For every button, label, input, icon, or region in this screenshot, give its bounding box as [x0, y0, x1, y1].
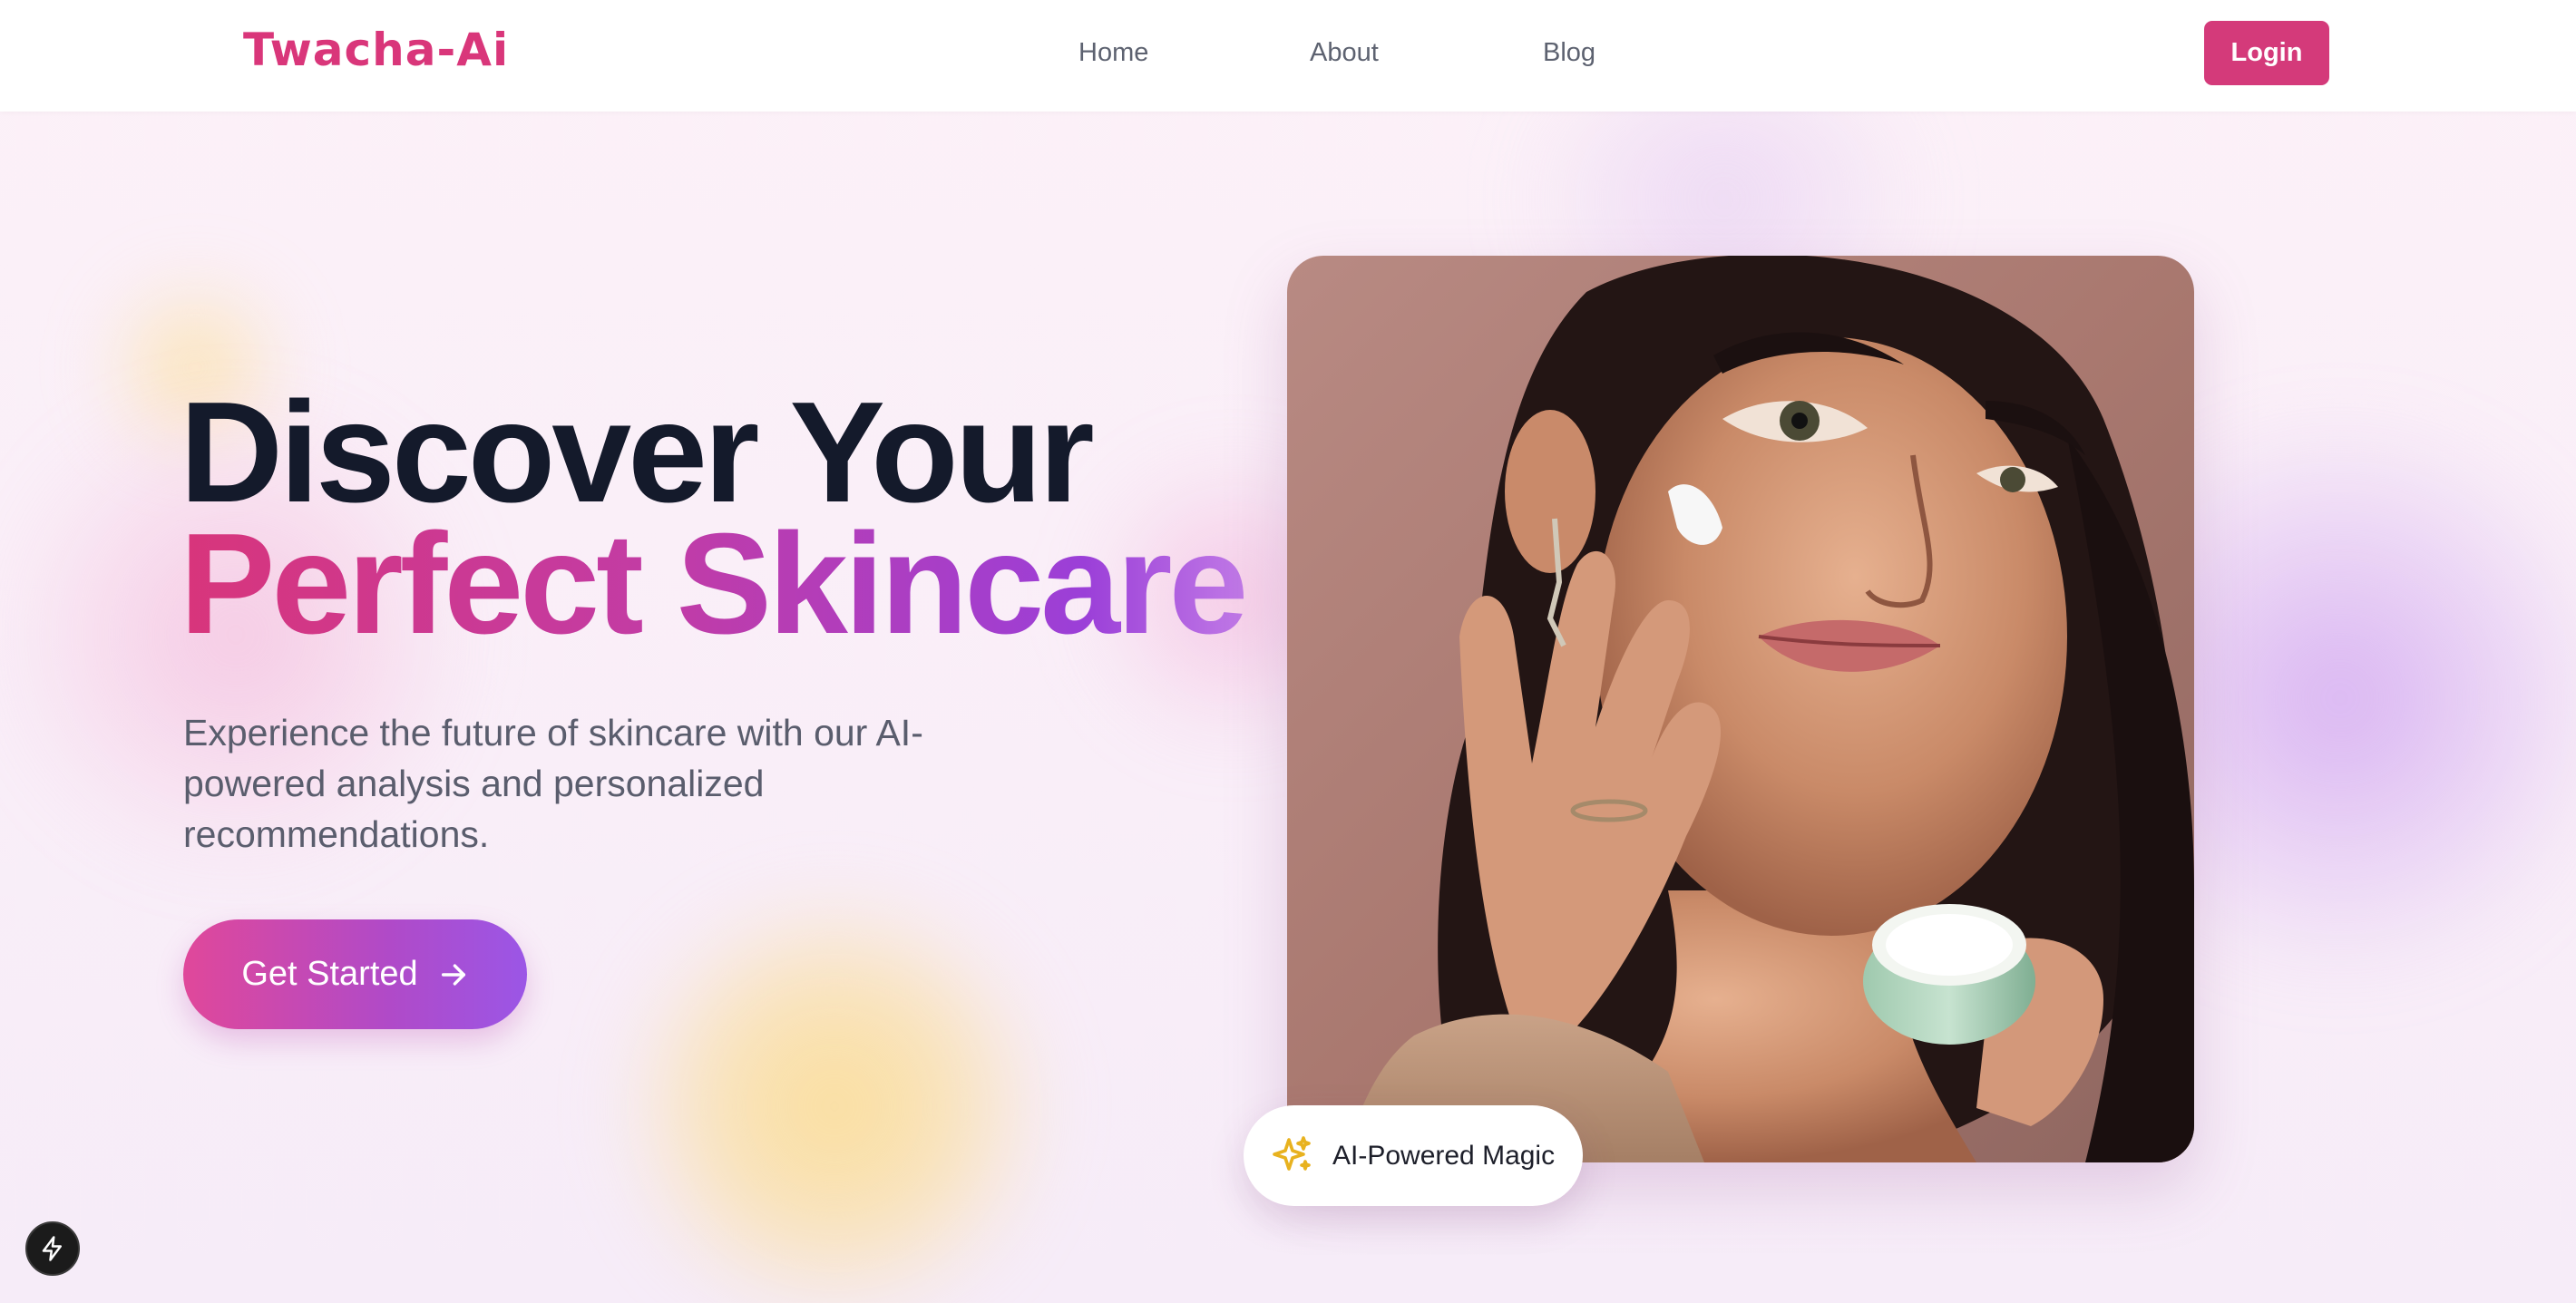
skincare-photo-illustration	[1287, 256, 2194, 1162]
hero-image	[1287, 256, 2194, 1162]
nav-link-home[interactable]: Home	[1078, 38, 1148, 68]
navbar: Twacha-Ai Home About Blog Login	[0, 0, 2576, 112]
bolt-button[interactable]	[25, 1221, 80, 1276]
login-button[interactable]: Login	[2204, 21, 2329, 85]
arrow-right-icon	[441, 963, 465, 986]
hero-description: Experience the future of skincare with o…	[183, 712, 923, 855]
nav-link-blog[interactable]: Blog	[1543, 38, 1595, 68]
background-blob	[617, 889, 1052, 1303]
ai-powered-badge: AI-Powered Magic	[1244, 1105, 1583, 1206]
get-started-button[interactable]: Get Started	[183, 919, 527, 1029]
hero-title-line1: Discover Your	[180, 373, 1095, 532]
hero-title-line2: Perfect Skincare	[180, 504, 1248, 664]
brand-logo[interactable]: Twacha-Ai	[243, 24, 509, 76]
get-started-label: Get Started	[241, 955, 418, 993]
sparkles-icon	[1273, 1135, 1311, 1171]
nav-link-about[interactable]: About	[1310, 38, 1379, 68]
badge-label: AI-Powered Magic	[1332, 1140, 1556, 1171]
bolt-icon	[42, 1236, 62, 1261]
